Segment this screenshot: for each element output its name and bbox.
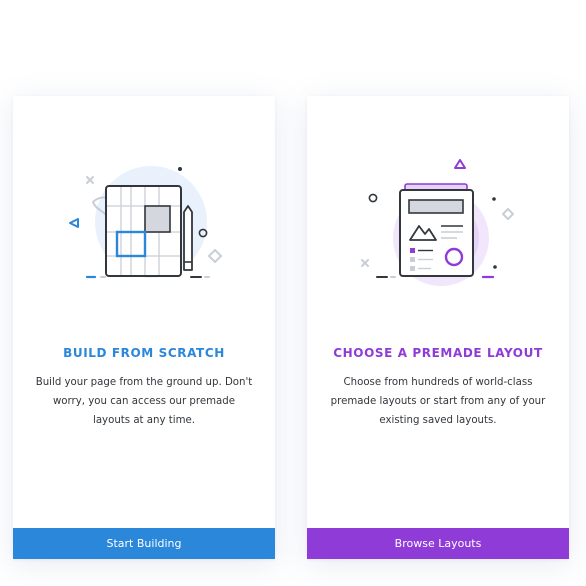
browse-layouts-button[interactable]: Browse Layouts — [307, 528, 569, 559]
card-description: Build your page from the ground up. Don'… — [35, 377, 253, 426]
card-description: Choose from hundreds of world-class prem… — [330, 377, 546, 426]
start-building-button[interactable]: Start Building — [13, 528, 275, 559]
choose-premade-layout-card[interactable]: CHOOSE A PREMADE LAYOUT Choose from hund… — [307, 96, 569, 559]
build-from-scratch-card[interactable]: BUILD FROM SCRATCH Build your page from … — [13, 96, 275, 559]
layout-template-icon — [361, 159, 514, 286]
card-title: BUILD FROM SCRATCH — [63, 346, 225, 360]
wireframe-grid-icon — [69, 166, 223, 279]
card-title: CHOOSE A PREMADE LAYOUT — [333, 346, 543, 360]
